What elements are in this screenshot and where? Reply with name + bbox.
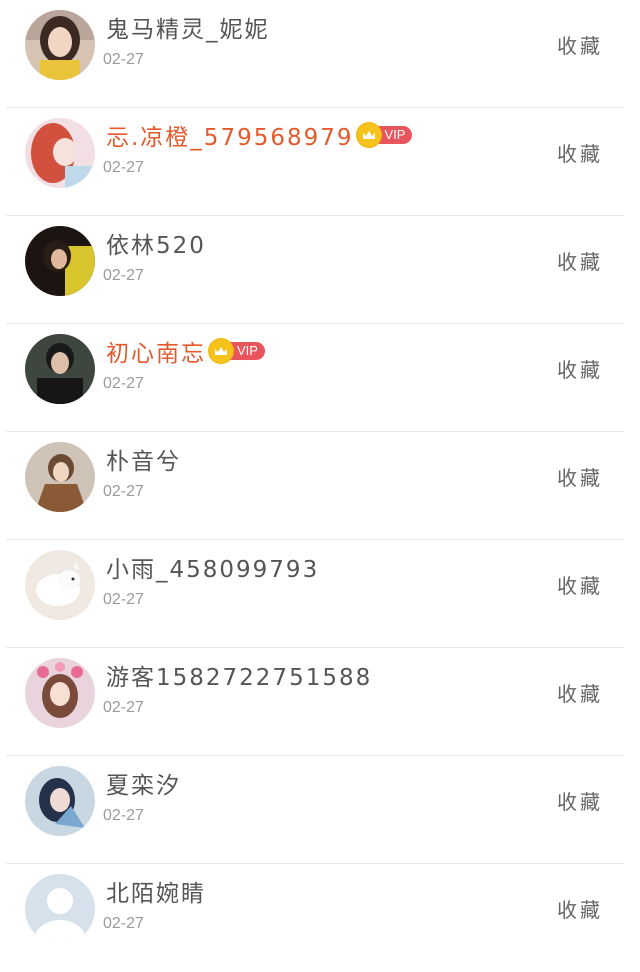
- date-label: 02-27: [103, 807, 144, 824]
- avatar[interactable]: [25, 226, 95, 296]
- crown-icon: [209, 339, 233, 363]
- date-label: 02-27: [103, 159, 144, 176]
- list-item[interactable]: 依林520 02-27 收藏: [0, 216, 640, 324]
- username[interactable]: 夏栾汐: [106, 766, 181, 800]
- favorite-button[interactable]: 收藏: [557, 678, 603, 707]
- favorite-button[interactable]: 收藏: [557, 30, 603, 59]
- list-item[interactable]: 初心南忘 VIP 02-27 收藏: [0, 324, 640, 432]
- name-line: 鬼马精灵_妮妮: [106, 10, 270, 44]
- avatar[interactable]: [25, 334, 95, 404]
- date-label: 02-27: [103, 591, 144, 608]
- avatar[interactable]: [25, 10, 95, 80]
- favorite-button[interactable]: 收藏: [557, 570, 603, 599]
- name-line: 依林520: [106, 226, 206, 260]
- avatar[interactable]: [25, 874, 95, 944]
- name-line: 北陌婉睛: [106, 874, 206, 908]
- date-label: 02-27: [103, 51, 144, 68]
- name-line: 忈.凉橙_579568979 VIP: [106, 118, 413, 152]
- favorite-button[interactable]: 收藏: [557, 354, 603, 383]
- favorite-button[interactable]: 收藏: [557, 138, 603, 167]
- username[interactable]: 鬼马精灵_妮妮: [106, 10, 270, 44]
- avatar[interactable]: [25, 118, 95, 188]
- name-line: 夏栾汐: [106, 766, 181, 800]
- date-label: 02-27: [103, 699, 144, 716]
- name-line: 小雨_458099793: [106, 550, 319, 584]
- name-line: 初心南忘 VIP: [106, 334, 265, 368]
- vip-badge: VIP: [209, 339, 265, 363]
- favorite-button[interactable]: 收藏: [557, 462, 603, 491]
- list-item[interactable]: 鬼马精灵_妮妮 02-27 收藏: [0, 0, 640, 108]
- follower-list: 鬼马精灵_妮妮 02-27 收藏 忈.凉橙_579568979 VIP 02-2…: [0, 0, 640, 950]
- date-label: 02-27: [103, 915, 144, 932]
- username[interactable]: 初心南忘: [106, 334, 206, 368]
- username[interactable]: 朴音兮: [106, 442, 181, 476]
- date-label: 02-27: [103, 483, 144, 500]
- list-item[interactable]: 忈.凉橙_579568979 VIP 02-27 收藏: [0, 108, 640, 216]
- avatar[interactable]: [25, 766, 95, 836]
- favorite-button[interactable]: 收藏: [557, 786, 603, 815]
- username[interactable]: 北陌婉睛: [106, 874, 206, 908]
- name-line: 朴音兮: [106, 442, 181, 476]
- username[interactable]: 游客15827227515​88: [106, 658, 372, 692]
- username[interactable]: 依林520: [106, 226, 206, 260]
- list-item[interactable]: 游客15827227515​88 02-27 收藏: [0, 648, 640, 756]
- list-item[interactable]: 朴音兮 02-27 收藏: [0, 432, 640, 540]
- favorite-button[interactable]: 收藏: [557, 894, 603, 923]
- name-line: 游客15827227515​88: [106, 658, 372, 692]
- username[interactable]: 小雨_458099793: [106, 550, 319, 584]
- list-item[interactable]: 夏栾汐 02-27 收藏: [0, 756, 640, 864]
- favorite-button[interactable]: 收藏: [557, 246, 603, 275]
- avatar[interactable]: [25, 442, 95, 512]
- username[interactable]: 忈.凉橙_579568979: [106, 118, 354, 152]
- list-item[interactable]: 小雨_458099793 02-27 收藏: [0, 540, 640, 648]
- list-item[interactable]: 北陌婉睛 02-27 收藏: [0, 864, 640, 972]
- date-label: 02-27: [103, 267, 144, 284]
- date-label: 02-27: [103, 375, 144, 392]
- avatar[interactable]: [25, 550, 95, 620]
- avatar[interactable]: [25, 658, 95, 728]
- vip-badge: VIP: [356, 123, 413, 147]
- crown-icon: [356, 123, 381, 147]
